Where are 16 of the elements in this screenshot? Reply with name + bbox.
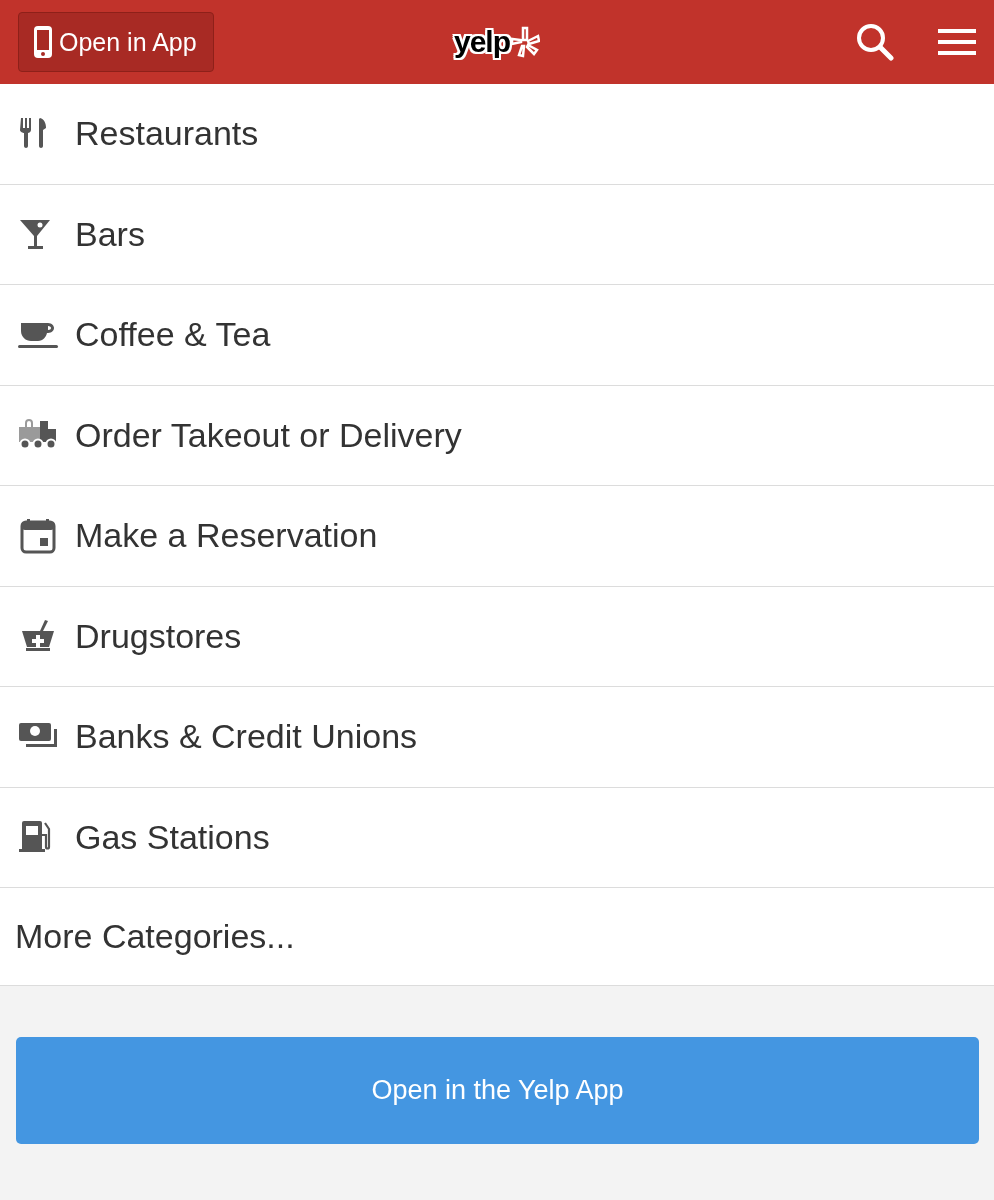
category-item[interactable]: Bars — [0, 184, 994, 285]
category-item[interactable]: Order Takeout or Delivery — [0, 385, 994, 486]
menu-icon[interactable] — [938, 29, 976, 55]
open-in-app-button[interactable]: Open in App — [18, 12, 214, 72]
category-item[interactable]: Make a Reservation — [0, 486, 994, 587]
calendar-icon — [18, 517, 59, 554]
category-item[interactable]: Gas Stations — [0, 787, 994, 888]
category-item[interactable]: Restaurants — [0, 84, 994, 185]
category-item[interactable]: Drugstores — [0, 586, 994, 687]
category-item[interactable]: More Categories... — [0, 888, 994, 986]
yelp-logo[interactable]: yelp — [454, 24, 511, 60]
burst-icon — [510, 26, 541, 58]
category-item[interactable]: Banks & Credit Unions — [0, 687, 994, 788]
search-icon[interactable] — [856, 23, 894, 61]
category-item[interactable]: Coffee & Tea — [0, 285, 994, 386]
phone-icon — [33, 25, 53, 59]
